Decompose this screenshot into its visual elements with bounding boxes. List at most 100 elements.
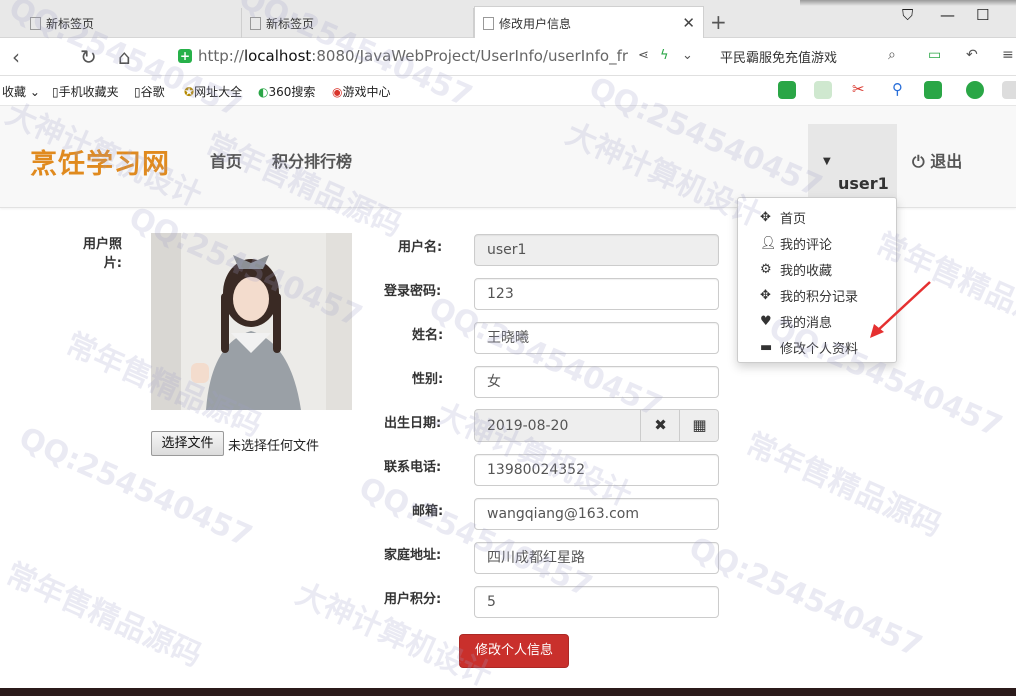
- search-icon[interactable]: ⌕: [888, 47, 896, 63]
- extension-icon[interactable]: [814, 81, 832, 99]
- user-photo: [151, 233, 352, 410]
- page-icon: [483, 16, 494, 30]
- tab-title: 修改用户信息: [499, 16, 572, 31]
- secure-site-icon: +: [178, 49, 192, 63]
- browser-tab-2[interactable]: 新标签页: [242, 8, 474, 38]
- watermark: QQ:254540457: [683, 530, 928, 665]
- hao-icon: ✪: [184, 85, 195, 99]
- portrait-image: [151, 233, 352, 410]
- speed-icon[interactable]: ϟ: [660, 48, 669, 63]
- annotation-arrow: [870, 281, 931, 338]
- user-name: user1: [838, 174, 889, 193]
- choose-file-button[interactable]: 选择文件: [151, 431, 224, 456]
- gear-icon: ⚙: [760, 261, 772, 277]
- photo-label: 用户照片:: [82, 237, 122, 271]
- watermark: 常年售精品源码: [740, 426, 947, 544]
- points-label: 用户积分:: [384, 592, 442, 607]
- tab-title: 新标签页: [266, 16, 315, 31]
- home-icon[interactable]: ⌂: [118, 45, 131, 69]
- password-field[interactable]: 123: [474, 278, 719, 310]
- bookmarks-bar: 收藏 ⌄ ▯手机收藏夹 ▯谷歌 ✪网址大全 ◐360搜索 ◉游戏中心 ✂ ⚲: [0, 76, 1016, 106]
- password-label: 登录密码:: [384, 284, 442, 299]
- minimize-icon[interactable]: —: [940, 6, 955, 24]
- birthday-label: 出生日期:: [384, 416, 442, 431]
- maximize-icon[interactable]: ☐: [976, 6, 989, 24]
- chevron-down-icon[interactable]: ⌄: [682, 48, 693, 63]
- browser-tab-strip: 新标签页 新标签页 修改用户信息 ✕ + ⛉ — ☐: [0, 0, 1016, 39]
- calendar-icon[interactable]: ▦: [679, 410, 718, 441]
- birthday-field[interactable]: 2019-08-20 ✖ ▦: [474, 409, 719, 442]
- email-label: 邮箱:: [412, 504, 444, 519]
- bookmark-favorites[interactable]: 收藏 ⌄: [2, 83, 40, 100]
- close-icon[interactable]: ✕: [682, 14, 695, 32]
- phone-field[interactable]: 13980024352: [474, 454, 719, 486]
- refresh-icon[interactable]: ↻: [80, 45, 97, 69]
- page-icon: [30, 16, 41, 30]
- name-label: 姓名:: [412, 328, 444, 343]
- share-icon[interactable]: ⋖: [638, 48, 649, 63]
- magnifier-icon[interactable]: ⚲: [892, 80, 903, 98]
- browser-tab-1[interactable]: 新标签页: [22, 8, 242, 38]
- gender-label: 性别:: [412, 372, 444, 387]
- search-box[interactable]: 平民霸服免充值游戏: [720, 47, 837, 66]
- url-host: localhost: [243, 47, 312, 65]
- 360-icon: ◐: [258, 85, 269, 99]
- url-prefix: http://: [198, 47, 244, 65]
- update-profile-button[interactable]: 修改个人信息: [459, 634, 569, 668]
- battery-icon: ▭: [928, 47, 942, 63]
- grid-icon[interactable]: [1002, 81, 1016, 99]
- address-label: 家庭地址:: [384, 548, 442, 563]
- shield-icon[interactable]: [966, 81, 984, 99]
- email-field[interactable]: wangqiang@163.com: [474, 498, 719, 530]
- page-icon: [250, 16, 261, 30]
- username-label: 用户名:: [398, 240, 443, 255]
- games-icon: ◉: [332, 85, 343, 99]
- new-tab-icon[interactable]: +: [710, 10, 727, 34]
- site-navbar: 烹饪学习网 首页 积分排行榜 user1 ▼ ⏻ 退出: [0, 106, 1016, 208]
- bookmark-mobile[interactable]: ▯手机收藏夹: [52, 83, 119, 100]
- name-field[interactable]: 王晓曦: [474, 322, 719, 354]
- logout-link[interactable]: ⏻ 退出: [912, 148, 962, 172]
- watermark: QQ:254540457: [353, 470, 598, 605]
- birthday-value: 2019-08-20: [487, 418, 569, 434]
- address-field[interactable]: 四川成都红星路: [474, 542, 719, 574]
- user-icon: 👤︎: [760, 235, 777, 251]
- power-icon: ⏻: [912, 152, 925, 171]
- url-input[interactable]: http://localhost:8080/JavaWebProject/Use…: [198, 47, 628, 65]
- url-rest: :8080/JavaWebProject/UserInfo/userInfo_f…: [311, 47, 628, 65]
- page-bottom-edge: [0, 688, 1016, 696]
- phone-label: 联系电话:: [384, 460, 442, 475]
- tab-title: 新标签页: [46, 16, 95, 31]
- watermark: QQ:254540457: [423, 290, 668, 425]
- address-bar: ‹ ↻ ⌂ + http://localhost:8080/JavaWebPro…: [0, 38, 1016, 76]
- menu-item-comments[interactable]: 👤︎ 我的评论: [738, 230, 896, 256]
- bookmark-games[interactable]: ◉游戏中心: [332, 83, 391, 100]
- back-icon[interactable]: ‹: [12, 45, 20, 69]
- username-field: user1: [474, 234, 719, 266]
- nav-ranking[interactable]: 积分排行榜: [272, 148, 352, 172]
- menu-item-favorites[interactable]: ⚙ 我的收藏: [738, 256, 896, 282]
- skin-icon[interactable]: ⛉: [902, 6, 913, 24]
- move-icon: ✥: [760, 209, 771, 225]
- gender-field[interactable]: 女: [474, 366, 719, 398]
- user-menu-toggle[interactable]: user1 ▼: [808, 124, 897, 208]
- menu-item-home[interactable]: ✥ 首页: [738, 204, 896, 230]
- heart-icon: ♥: [760, 313, 772, 329]
- menu-icon[interactable]: ≡: [1002, 47, 1014, 63]
- points-field[interactable]: 5: [474, 586, 719, 618]
- move-icon: ✥: [760, 287, 771, 303]
- nav-home[interactable]: 首页: [210, 148, 242, 172]
- undo-icon[interactable]: ↶: [966, 47, 978, 63]
- bookmark-google[interactable]: ▯谷歌: [134, 83, 165, 100]
- bookmark-hao[interactable]: ✪网址大全: [184, 83, 242, 100]
- watermark: 常年售精品源码: [0, 556, 207, 674]
- site-brand[interactable]: 烹饪学习网: [30, 142, 170, 181]
- file-status: 未选择任何文件: [228, 439, 320, 454]
- wechat-icon[interactable]: [778, 81, 796, 99]
- card-icon: ▬: [760, 339, 773, 355]
- gamepad-icon[interactable]: [924, 81, 942, 99]
- cut-icon[interactable]: ✂: [852, 80, 865, 98]
- browser-tab-active[interactable]: 修改用户信息 ✕: [474, 6, 704, 39]
- clear-date-icon[interactable]: ✖: [640, 410, 680, 441]
- bookmark-360[interactable]: ◐360搜索: [258, 83, 315, 100]
